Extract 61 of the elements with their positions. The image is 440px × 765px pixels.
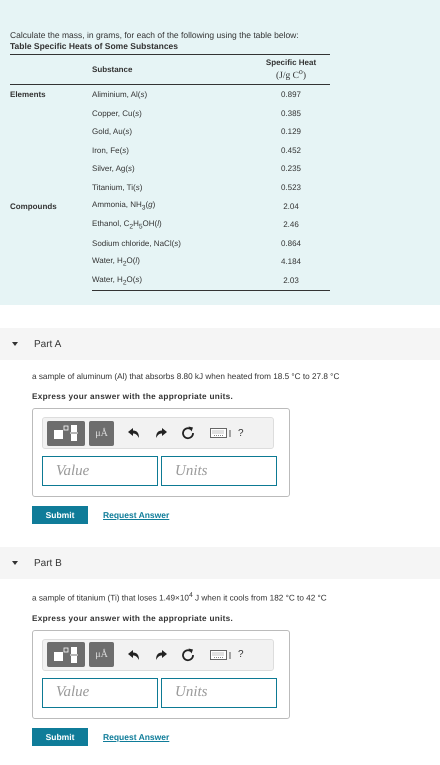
question-text: a sample of titanium (Ti) that loses 1.49×10$^{4}$ J when it cools from 182 °C to 42 °C bbox=[32, 591, 328, 605]
table-cell: 0.452 bbox=[280, 146, 302, 155]
value-field[interactable]: Value bbox=[42, 678, 158, 708]
redo-icon[interactable] bbox=[154, 427, 168, 439]
help-button[interactable]: ? bbox=[238, 428, 244, 438]
templates-button[interactable] bbox=[47, 642, 85, 668]
table-cell: Aliminium, Al(s) bbox=[92, 90, 148, 99]
templates-button[interactable] bbox=[47, 420, 85, 446]
units-field[interactable]: Units bbox=[161, 678, 277, 708]
table-cell: 2.04 bbox=[283, 202, 299, 211]
reset-icon[interactable] bbox=[181, 426, 195, 440]
table-cell: 2.03 bbox=[283, 276, 299, 285]
part-header[interactable]: Part B bbox=[0, 547, 440, 579]
undo-icon[interactable] bbox=[127, 648, 141, 661]
units-button[interactable]: μÅ bbox=[89, 642, 114, 668]
keyboard-icon[interactable] bbox=[210, 428, 232, 438]
group-label: Elements bbox=[10, 90, 46, 99]
table-cell: 0.235 bbox=[280, 164, 302, 174]
table-cell: Iron, Fe(s) bbox=[92, 146, 129, 155]
table-cell: Titanium, Ti(s) bbox=[92, 182, 142, 192]
units-field[interactable]: Units bbox=[161, 456, 277, 486]
question-text: a sample of aluminum (Al) that absorbs 8.80 kJ when heated from 18.5 °C to 27.8 °C bbox=[32, 371, 340, 383]
table-cell: 4.184 bbox=[280, 257, 302, 266]
table-cell: Silver, Ag(s) bbox=[92, 164, 135, 174]
table-cell: Water, H$_{2}$O(l) bbox=[92, 256, 140, 265]
request-answer-link[interactable]: Request Answer bbox=[103, 510, 170, 520]
redo-icon[interactable] bbox=[154, 648, 168, 661]
table-caption: Table Specific Heats of Some Substances bbox=[10, 41, 180, 52]
request-answer-link[interactable]: Request Answer bbox=[103, 732, 170, 742]
table-cell: 0.385 bbox=[280, 108, 302, 118]
table-cell: 0.864 bbox=[280, 238, 302, 248]
part-title: Part A bbox=[34, 338, 62, 350]
reset-icon[interactable] bbox=[181, 648, 195, 662]
units-button[interactable]: μÅ bbox=[89, 420, 114, 446]
value-field[interactable]: Value bbox=[42, 456, 158, 486]
table-cell: Ethanol, C$_{2}$H$_{5}$OH(l) bbox=[92, 218, 162, 228]
template-icon bbox=[51, 424, 81, 442]
template-icon bbox=[51, 646, 81, 664]
answer-instruction: Express your answer with the appropriate units. bbox=[32, 392, 234, 401]
table-cell: 0.897 bbox=[280, 90, 302, 99]
group-label: Compounds bbox=[10, 202, 57, 211]
table-cell: Copper, Cu(s) bbox=[92, 108, 142, 118]
table-cell: Sodium chloride, NaCl(s) bbox=[92, 238, 181, 248]
table-cell: 2.46 bbox=[283, 220, 299, 230]
table-cell: Ammonia, NH$_{3}$(g) bbox=[92, 200, 156, 210]
table-cell: 0.523 bbox=[280, 182, 302, 192]
column-header: Substance bbox=[92, 65, 132, 74]
table-cell: Water, H$_{2}$O(s) bbox=[92, 274, 142, 284]
submit-button[interactable]: Submit bbox=[32, 506, 88, 524]
undo-icon[interactable] bbox=[127, 427, 141, 439]
table-cell: Gold, Au(s) bbox=[92, 127, 132, 136]
table-cell: 0.129 bbox=[280, 127, 302, 136]
part-header[interactable]: Part A bbox=[0, 328, 440, 360]
keyboard-icon[interactable] bbox=[210, 650, 232, 660]
unit-label: (J/g C$^{o}$) bbox=[274, 67, 308, 82]
part-title: Part B bbox=[34, 558, 62, 568]
instructions-text: Calculate the mass, in grams, for each of the following using the table below: bbox=[10, 30, 300, 41]
submit-button[interactable]: Submit bbox=[32, 728, 88, 746]
answer-instruction: Express your answer with the appropriate units. bbox=[32, 614, 234, 623]
column-header: Specific Heat bbox=[264, 58, 318, 67]
help-button[interactable]: ? bbox=[238, 649, 244, 660]
